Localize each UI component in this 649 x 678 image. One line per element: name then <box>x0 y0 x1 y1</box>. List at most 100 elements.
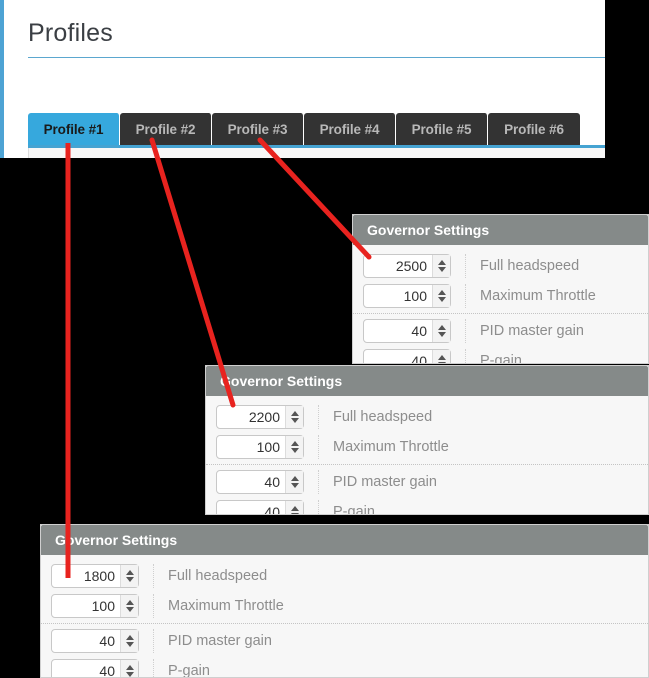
chevron-down-icon[interactable] <box>290 448 299 453</box>
chevron-up-icon[interactable] <box>125 600 134 605</box>
tab-profile-3[interactable]: Profile #3 <box>212 113 304 145</box>
full-headspeed-input-2[interactable]: 2200 <box>216 405 304 429</box>
chevron-up-icon[interactable] <box>437 290 446 295</box>
chevron-up-icon[interactable] <box>125 635 134 640</box>
spinner-arrows-icon[interactable] <box>432 255 450 277</box>
chevron-up-icon[interactable] <box>437 260 446 265</box>
panel-1-header: Governor Settings <box>353 215 648 245</box>
maximum-throttle-label-3: Maximum Throttle <box>153 594 648 618</box>
tab-profile-2-label: Profile #2 <box>135 121 196 137</box>
spinner-arrows-icon[interactable] <box>120 660 138 677</box>
maximum-throttle-input-2[interactable]: 100 <box>216 435 304 459</box>
chevron-up-icon[interactable] <box>290 476 299 481</box>
spinner-arrows-icon[interactable] <box>120 565 138 587</box>
row-maximum-throttle-1: 100 Maximum Throttle <box>353 281 648 311</box>
chevron-down-icon[interactable] <box>290 418 299 423</box>
tab-content-panel <box>28 148 605 158</box>
row-full-headspeed-3: 1800 Full headspeed <box>41 561 648 591</box>
chevron-down-icon[interactable] <box>290 483 299 488</box>
pid-master-gain-label-3: PID master gain <box>153 629 648 653</box>
pid-master-gain-label-1: PID master gain <box>465 319 648 343</box>
spinner-arrows-icon[interactable] <box>285 501 303 514</box>
spinner-arrows-icon[interactable] <box>120 630 138 652</box>
maximum-throttle-label-2: Maximum Throttle <box>318 435 648 459</box>
maximum-throttle-value-1[interactable]: 100 <box>364 285 432 307</box>
full-headspeed-input-3[interactable]: 1800 <box>51 564 139 588</box>
spinner-arrows-icon[interactable] <box>285 436 303 458</box>
chevron-down-icon[interactable] <box>125 577 134 582</box>
row-pid-master-gain-2: 40 PID master gain <box>206 464 648 497</box>
chevron-up-icon[interactable] <box>290 441 299 446</box>
governor-settings-panel-3: Governor Settings 1800 Full headspeed 10… <box>40 524 649 678</box>
tab-profile-4-label: Profile #4 <box>319 121 380 137</box>
spinner-arrows-icon[interactable] <box>120 595 138 617</box>
p-gain-value-2[interactable]: 40 <box>217 501 285 514</box>
spinner-arrows-icon[interactable] <box>285 406 303 428</box>
full-headspeed-value-3[interactable]: 1800 <box>52 565 120 587</box>
tab-profile-1-label: Profile #1 <box>43 121 104 137</box>
pid-master-gain-value-3[interactable]: 40 <box>52 630 120 652</box>
maximum-throttle-input-3[interactable]: 100 <box>51 594 139 618</box>
maximum-throttle-value-2[interactable]: 100 <box>217 436 285 458</box>
panel-3-body: 1800 Full headspeed 100 Maximum Throttle… <box>41 555 648 677</box>
full-headspeed-value-1[interactable]: 2500 <box>364 255 432 277</box>
pid-master-gain-input-1[interactable]: 40 <box>363 319 451 343</box>
title-divider <box>28 57 605 58</box>
chevron-down-icon[interactable] <box>125 672 134 677</box>
chevron-down-icon[interactable] <box>437 297 446 302</box>
spinner-arrows-icon[interactable] <box>285 471 303 493</box>
pid-master-gain-value-1[interactable]: 40 <box>364 320 432 342</box>
full-headspeed-value-2[interactable]: 2200 <box>217 406 285 428</box>
tab-profile-6-label: Profile #6 <box>504 121 564 137</box>
row-full-headspeed-2: 2200 Full headspeed <box>206 402 648 432</box>
chevron-up-icon[interactable] <box>125 665 134 670</box>
chevron-down-icon[interactable] <box>290 513 299 514</box>
row-maximum-throttle-2: 100 Maximum Throttle <box>206 432 648 462</box>
chevron-up-icon[interactable] <box>290 506 299 511</box>
panel-2-title: Governor Settings <box>220 373 343 389</box>
tab-profile-5-label: Profile #5 <box>411 121 472 137</box>
profile-tab-strip[interactable]: Profile #1 Profile #2 Profile #3 Profile… <box>28 113 580 145</box>
p-gain-input-3[interactable]: 40 <box>51 659 139 677</box>
chevron-down-icon[interactable] <box>125 607 134 612</box>
full-headspeed-label-3: Full headspeed <box>153 564 648 588</box>
governor-settings-panel-1: Governor Settings 2500 Full headspeed 10… <box>352 214 649 364</box>
chevron-down-icon[interactable] <box>437 267 446 272</box>
chevron-down-icon[interactable] <box>437 332 446 337</box>
p-gain-label-2: P-gain <box>318 500 648 514</box>
p-gain-input-1[interactable]: 40 <box>363 349 451 363</box>
panel-1-title: Governor Settings <box>367 222 490 238</box>
full-headspeed-label-2: Full headspeed <box>318 405 648 429</box>
chevron-up-icon[interactable] <box>290 411 299 416</box>
p-gain-value-1[interactable]: 40 <box>364 350 432 363</box>
tab-profile-4[interactable]: Profile #4 <box>304 113 396 145</box>
pid-master-gain-input-2[interactable]: 40 <box>216 470 304 494</box>
maximum-throttle-input-1[interactable]: 100 <box>363 284 451 308</box>
p-gain-input-2[interactable]: 40 <box>216 500 304 514</box>
pid-master-gain-label-2: PID master gain <box>318 470 648 494</box>
chevron-up-icon[interactable] <box>125 570 134 575</box>
chevron-up-icon[interactable] <box>437 325 446 330</box>
pid-master-gain-value-2[interactable]: 40 <box>217 471 285 493</box>
full-headspeed-label-1: Full headspeed <box>465 254 648 278</box>
tab-profile-1[interactable]: Profile #1 <box>28 113 120 145</box>
chevron-down-icon[interactable] <box>437 362 446 363</box>
p-gain-label-3: P-gain <box>153 659 648 677</box>
tab-profile-5[interactable]: Profile #5 <box>396 113 488 145</box>
spinner-arrows-icon[interactable] <box>432 285 450 307</box>
p-gain-value-3[interactable]: 40 <box>52 660 120 677</box>
spinner-arrows-icon[interactable] <box>432 320 450 342</box>
chevron-up-icon[interactable] <box>437 355 446 360</box>
tab-profile-3-label: Profile #3 <box>227 121 288 137</box>
maximum-throttle-value-3[interactable]: 100 <box>52 595 120 617</box>
spinner-arrows-icon[interactable] <box>432 350 450 363</box>
tab-profile-2[interactable]: Profile #2 <box>120 113 212 145</box>
full-headspeed-input-1[interactable]: 2500 <box>363 254 451 278</box>
chevron-down-icon[interactable] <box>125 642 134 647</box>
pid-master-gain-input-3[interactable]: 40 <box>51 629 139 653</box>
row-p-gain-1: 40 P-gain <box>353 346 648 363</box>
panel-3-header: Governor Settings <box>41 525 648 555</box>
panel-2-header: Governor Settings <box>206 366 648 396</box>
tab-profile-6[interactable]: Profile #6 <box>488 113 580 145</box>
row-p-gain-3: 40 P-gain <box>41 656 648 677</box>
